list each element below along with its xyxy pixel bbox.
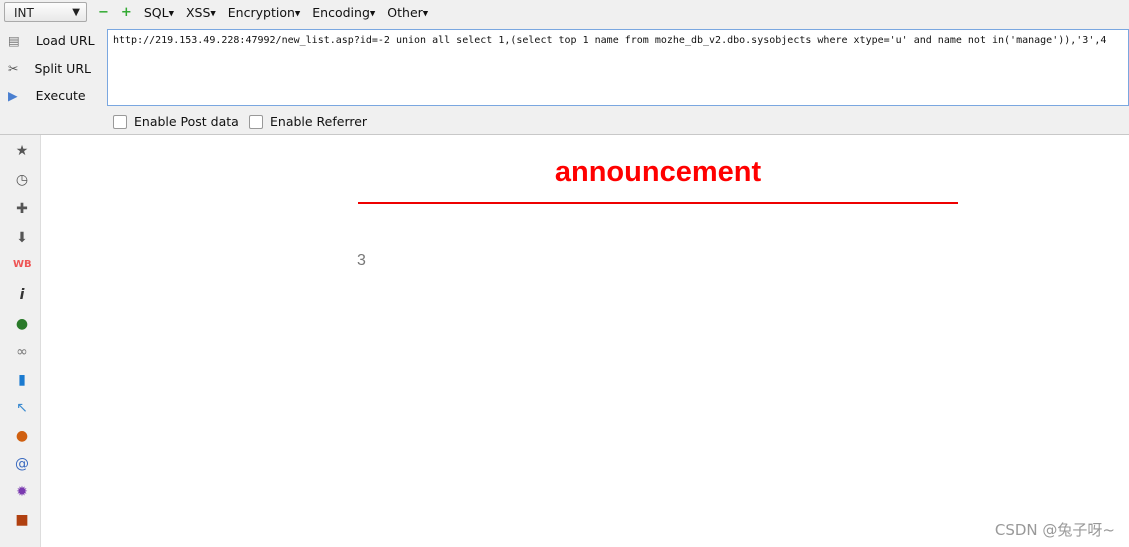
page-title: announcement xyxy=(554,156,762,188)
query-result: 3 xyxy=(357,252,366,269)
settings-icon[interactable]: ■ xyxy=(13,512,31,528)
sidebar: ★ ◷ ✚ ⬇ WB i ● ∞ ▮ ↖ ● @ ✹ ■ xyxy=(0,135,41,547)
execute-button[interactable]: ▶ Execute xyxy=(8,88,86,103)
load-icon: ▤ xyxy=(8,33,20,48)
puzzle-icon[interactable]: ✚ xyxy=(13,201,31,217)
title-divider xyxy=(358,202,958,204)
chevron-down-icon: ▼ xyxy=(72,7,80,18)
enable-post-checkbox[interactable]: Enable Post data xyxy=(113,114,239,129)
split-url-button[interactable]: ✂ Split URL xyxy=(8,61,91,76)
shield-icon[interactable]: ● xyxy=(13,316,31,332)
info-icon[interactable]: i xyxy=(13,287,31,303)
url-input[interactable]: http://219.153.49.228:47992/new_list.asp… xyxy=(107,29,1129,106)
menu-bar: − + SQL▼ XSS▼ Encryption▼ Encoding▼ Othe… xyxy=(98,5,428,20)
menu-encryption[interactable]: Encryption▼ xyxy=(228,5,301,20)
menu-sql[interactable]: SQL▼ xyxy=(144,5,174,20)
type-select[interactable]: INT ▼ xyxy=(4,2,87,22)
play-icon: ▶ xyxy=(8,88,18,103)
download-icon[interactable]: ⬇ xyxy=(13,230,31,246)
cursor-icon[interactable]: ↖ xyxy=(13,400,31,416)
wb-icon[interactable]: WB xyxy=(13,259,32,270)
load-url-button[interactable]: ▤ Load URL xyxy=(8,33,95,48)
menu-other[interactable]: Other▼ xyxy=(387,5,428,20)
checkbox-box xyxy=(249,114,263,129)
star-icon[interactable]: ★ xyxy=(13,143,31,159)
hackbar-toolbar: INT ▼ − + SQL▼ XSS▼ Encryption▼ Encoding▼… xyxy=(0,0,1129,135)
menu-xss[interactable]: XSS▼ xyxy=(186,5,216,20)
plus-icon[interactable]: + xyxy=(121,5,132,20)
menu-encoding[interactable]: Encoding▼ xyxy=(312,5,375,20)
watermark: CSDN @兔子呀~ xyxy=(994,521,1115,539)
scissors-icon: ✂ xyxy=(8,61,19,76)
database-icon[interactable]: ▮ xyxy=(13,372,31,388)
addon-icon[interactable]: ● xyxy=(13,428,31,444)
enable-referrer-checkbox[interactable]: Enable Referrer xyxy=(249,114,367,129)
link-icon[interactable]: ∞ xyxy=(13,344,31,360)
swirl-icon[interactable]: @ xyxy=(13,456,31,472)
minus-icon[interactable]: − xyxy=(98,5,109,20)
clock-icon[interactable]: ◷ xyxy=(13,172,31,188)
gear-icon[interactable]: ✹ xyxy=(13,484,31,500)
checkbox-box xyxy=(113,114,127,129)
